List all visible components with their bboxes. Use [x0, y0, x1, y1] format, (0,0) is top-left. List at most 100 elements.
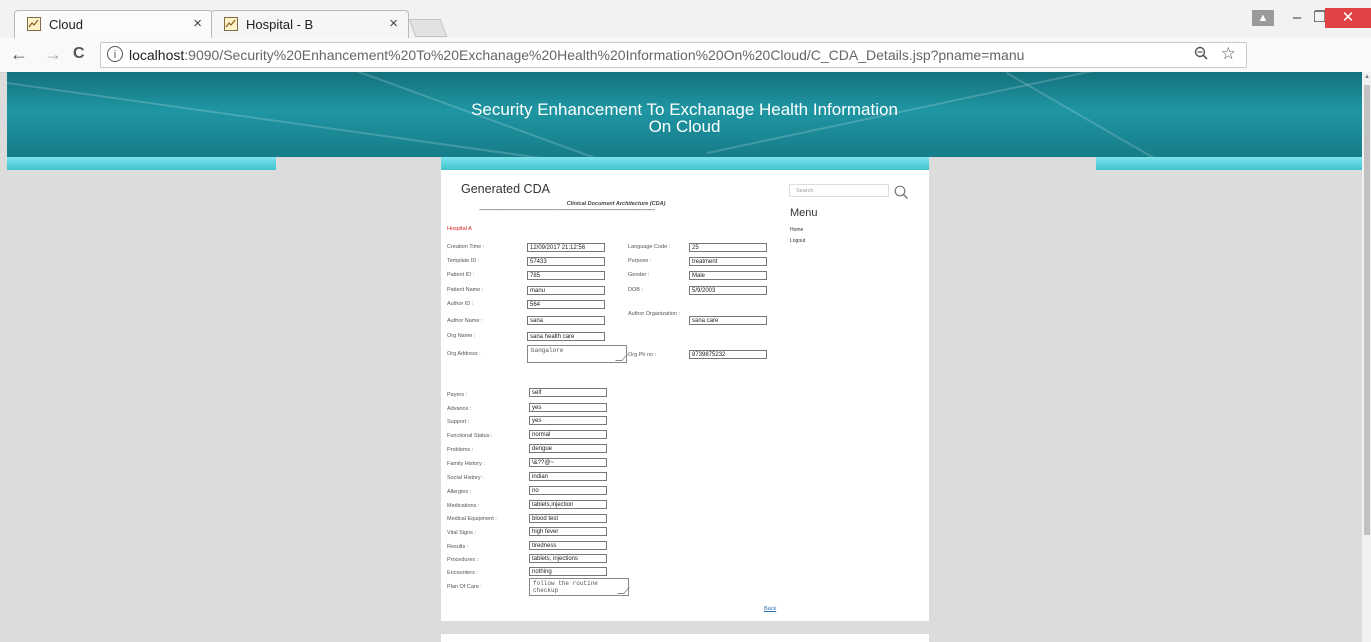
hospital-label: Hospital A	[447, 226, 472, 232]
procedures-field[interactable]: tablets, injections	[529, 554, 607, 563]
vital-signs-field[interactable]: high fever	[529, 527, 607, 536]
author-name-field[interactable]: sana	[527, 316, 605, 325]
address-bar-row: ← → C i localhost:9090/Security%20Enhanc…	[0, 38, 1371, 101]
tab-close-icon[interactable]: ×	[193, 15, 202, 32]
purpose-label: Purpose :	[628, 258, 652, 264]
patient-id-label: Patient ID :	[447, 272, 475, 278]
dob-label: DOB :	[628, 287, 643, 293]
page-favicon-icon	[224, 17, 238, 31]
info-icon[interactable]: i	[107, 46, 123, 62]
vital-signs-label: Vital Signs :	[447, 530, 476, 536]
payers-label: Payers :	[447, 392, 468, 398]
template-id-field[interactable]: 57433	[527, 257, 605, 266]
org-name-field[interactable]: sana health care	[527, 332, 605, 341]
functional-status-label: Functional Status :	[447, 433, 493, 439]
support-label: Support :	[447, 419, 470, 425]
author-organization-label: Author Organization :	[628, 311, 680, 317]
plan-of-care-label: Plan Of Care :	[447, 584, 482, 590]
family-history-field[interactable]: \&??@~	[529, 458, 607, 467]
author-name-label: Author Name :	[447, 318, 483, 324]
functional-status-field[interactable]: normal	[529, 430, 607, 439]
problems-label: Problems :	[447, 447, 474, 453]
close-window-button[interactable]: ✕	[1325, 8, 1371, 28]
search-icon[interactable]	[894, 185, 909, 200]
page-favicon-icon	[27, 17, 41, 31]
zoom-icon[interactable]	[1194, 46, 1208, 63]
patient-name-label: Patient Name :	[447, 287, 484, 293]
dob-field[interactable]: 5/9/2003	[689, 286, 767, 295]
social-history-label: Social History :	[447, 475, 484, 481]
patient-name-field[interactable]: manu	[527, 286, 605, 295]
back-button[interactable]: ←	[10, 44, 28, 65]
payers-field[interactable]: self	[529, 388, 607, 397]
scrollbar-thumb[interactable]	[1364, 85, 1370, 535]
profile-icon[interactable]: ▲	[1252, 10, 1274, 26]
url-input[interactable]: i localhost:9090/Security%20Enhancement%…	[100, 42, 1247, 68]
medications-field[interactable]: tablets,injection	[529, 500, 607, 509]
org-phone-label: Org Ph no :	[628, 352, 657, 358]
gender-label: Gender :	[628, 272, 650, 278]
site-title-line2: On Cloud	[648, 117, 721, 136]
advance-label: Advance :	[447, 406, 472, 412]
separator-line: ----------------------------------------…	[479, 207, 655, 214]
cda-panel: Generated CDA Clinical Document Architec…	[441, 170, 929, 621]
creation-time-field[interactable]: 12/09/2017 21:12:56	[527, 243, 605, 252]
org-address-textarea[interactable]: bangalore	[527, 345, 628, 363]
header-strip-center	[441, 157, 929, 170]
org-address-label: Org Address :	[447, 351, 481, 357]
site-title: Security Enhancement To Exchanage Health…	[7, 101, 1362, 135]
plan-of-care-textarea[interactable]: follow the routine checkup	[529, 578, 630, 596]
family-history-label: Family History :	[447, 461, 485, 467]
org-phone-field[interactable]: 8739875232	[689, 350, 767, 359]
menu-title: Menu	[790, 207, 818, 219]
scroll-up-arrow-icon[interactable]: ▲	[1364, 74, 1370, 80]
menu-link-home[interactable]: Home	[790, 227, 803, 233]
tab-title: Cloud	[49, 17, 83, 32]
browser-tab-bar: Cloud × Hospital - B × ▲ – ❐ ✕	[0, 0, 1371, 38]
menu-link-logout[interactable]: Logout	[790, 238, 805, 244]
allergies-label: Allergies :	[447, 489, 472, 495]
tab-title: Hospital - B	[246, 17, 314, 32]
support-field[interactable]: yes	[529, 416, 607, 425]
reload-button[interactable]: C	[73, 45, 85, 63]
social-history-field[interactable]: indian	[529, 472, 607, 481]
url-text: localhost:9090/Security%20Enhancement%20…	[129, 47, 1024, 63]
tab-cloud[interactable]: Cloud ×	[14, 10, 213, 38]
allergies-field[interactable]: no	[529, 486, 607, 495]
medical-equipment-label: Medical Equipment :	[447, 516, 497, 522]
gender-field[interactable]: Male	[689, 271, 767, 280]
site-title-line1: Security Enhancement To Exchanage Health…	[471, 100, 898, 119]
problems-field[interactable]: dengue	[529, 444, 607, 453]
forward-button[interactable]: →	[44, 44, 62, 65]
org-name-label: Org Name :	[447, 333, 476, 339]
url-host: localhost	[129, 47, 185, 63]
resize-grip-icon[interactable]	[617, 587, 630, 594]
language-code-field[interactable]: 25	[689, 243, 767, 252]
procedures-label: Procedures :	[447, 557, 479, 563]
site-header: Security Enhancement To Exchanage Health…	[7, 72, 1362, 157]
header-strip-left	[7, 157, 276, 170]
footer-panel	[441, 634, 929, 642]
author-id-field[interactable]: 564	[527, 300, 605, 309]
purpose-field[interactable]: treatment	[689, 257, 767, 266]
patient-id-field[interactable]: 785	[527, 271, 605, 280]
advance-field[interactable]: yes	[529, 403, 607, 412]
language-code-label: Language Code :	[628, 244, 671, 250]
new-tab-button[interactable]	[408, 19, 448, 37]
tab-hospital-b[interactable]: Hospital - B ×	[211, 10, 409, 38]
resize-grip-icon[interactable]	[615, 354, 628, 361]
results-label: Results :	[447, 544, 469, 550]
results-field[interactable]: tiredness	[529, 541, 607, 550]
back-link[interactable]: Back	[764, 606, 776, 612]
encounters-label: Encounters :	[447, 570, 478, 576]
search-input[interactable]: Search	[789, 184, 889, 197]
author-organization-field[interactable]: sana care	[689, 316, 767, 325]
medications-label: Medications :	[447, 503, 480, 509]
star-icon[interactable]: ☆	[1221, 44, 1236, 64]
encounters-field[interactable]: nothing	[529, 567, 607, 576]
medical-equipment-field[interactable]: blood test	[529, 514, 607, 523]
header-strip-right	[1096, 157, 1362, 170]
creation-time-label: Creation Time :	[447, 244, 485, 250]
tab-close-icon[interactable]: ×	[389, 15, 398, 32]
page-title: Generated CDA	[461, 182, 550, 196]
